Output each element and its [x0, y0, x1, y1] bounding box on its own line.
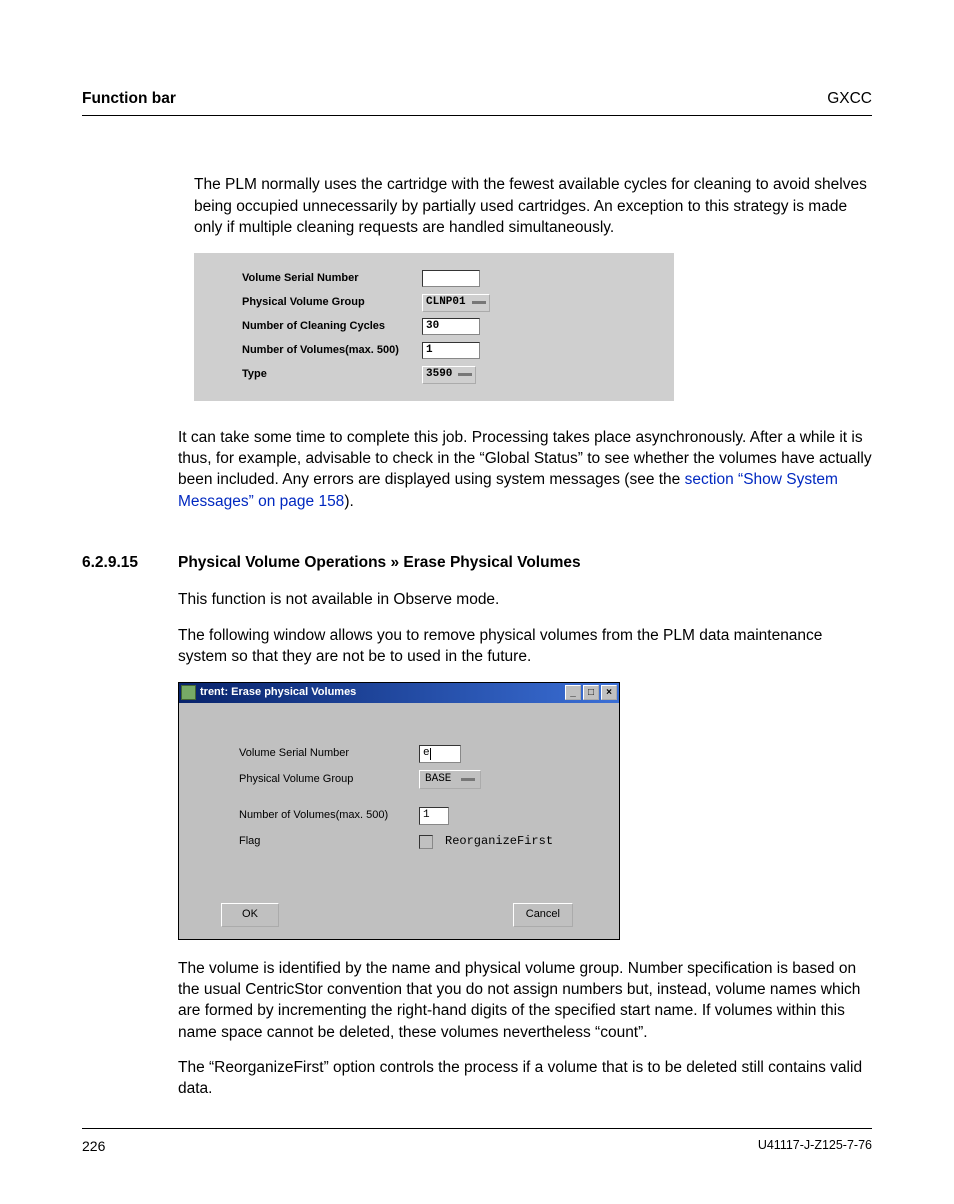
label-pvg2: Physical Volume Group	[239, 772, 419, 787]
chevron-down-icon	[461, 778, 475, 781]
row-vsn: Volume Serial Number	[242, 267, 664, 291]
section-heading: 6.2.9.15 Physical Volume Operations » Er…	[82, 552, 872, 573]
dropdown-pvg-value: CLNP01	[426, 295, 466, 310]
section-number: 6.2.9.15	[82, 552, 178, 573]
row-flag: Flag ReorganizeFirst	[239, 829, 601, 855]
running-header: Function bar GXCC	[82, 88, 872, 116]
dropdown-type[interactable]: 3590	[422, 366, 476, 384]
label-pvg: Physical Volume Group	[242, 295, 422, 310]
section-title: Physical Volume Operations » Erase Physi…	[178, 552, 581, 573]
identified-paragraph: The volume is identified by the name and…	[178, 958, 872, 1044]
label-nvol: Number of Volumes(max. 500)	[242, 343, 422, 358]
dropdown-pvg[interactable]: CLNP01	[422, 294, 490, 312]
input-nvol2[interactable]: 1	[419, 807, 449, 825]
input-ncc[interactable]: 30	[422, 318, 480, 335]
chevron-down-icon	[458, 373, 472, 376]
reorg-paragraph: The “ReorganizeFirst” option controls th…	[178, 1057, 872, 1100]
label-nvol2: Number of Volumes(max. 500)	[239, 808, 419, 823]
async-paragraph: It can take some time to complete this j…	[178, 427, 872, 513]
label-ncc: Number of Cleaning Cycles	[242, 319, 422, 334]
row-type: Type 3590	[242, 363, 664, 387]
row-nvol2: Number of Volumes(max. 500) 1	[239, 803, 601, 829]
ok-button[interactable]: OK	[221, 903, 279, 927]
doc-id: U41117-J-Z125-7-76	[758, 1137, 872, 1156]
row-vsn2: Volume Serial Number e	[239, 741, 601, 767]
dropdown-pvg2[interactable]: BASE	[419, 770, 481, 789]
header-left: Function bar	[82, 88, 176, 109]
screenshot-erase-window: trent: Erase physical Volumes _ □ × Volu…	[178, 682, 620, 940]
label-vsn2: Volume Serial Number	[239, 746, 419, 761]
input-vsn[interactable]	[422, 270, 480, 287]
label-flag: Flag	[239, 834, 419, 849]
dropdown-pvg2-value: BASE	[425, 772, 451, 787]
dropdown-type-value: 3590	[426, 367, 452, 382]
chevron-down-icon	[472, 301, 486, 304]
screenshot-cleaning-form: Volume Serial Number Physical Volume Gro…	[194, 253, 674, 401]
intro-paragraph: The PLM normally uses the cartridge with…	[194, 174, 872, 238]
header-right: GXCC	[827, 88, 872, 109]
row-nvol: Number of Volumes(max. 500) 1	[242, 339, 664, 363]
label-vsn: Volume Serial Number	[242, 271, 422, 286]
following-paragraph: The following window allows you to remov…	[178, 625, 872, 668]
input-vsn2[interactable]: e	[419, 745, 461, 763]
cancel-button[interactable]: Cancel	[513, 903, 573, 927]
row-pvg2: Physical Volume Group BASE	[239, 767, 601, 793]
titlebar[interactable]: trent: Erase physical Volumes _ □ ×	[179, 683, 619, 703]
maximize-button[interactable]: □	[583, 685, 599, 700]
row-ncc: Number of Cleaning Cycles 30	[242, 315, 664, 339]
app-icon	[181, 685, 196, 700]
page-number: 226	[82, 1137, 105, 1156]
close-button[interactable]: ×	[601, 685, 617, 700]
checkbox-label-reorganize: ReorganizeFirst	[445, 833, 553, 850]
row-pvg: Physical Volume Group CLNP01	[242, 291, 664, 315]
checkbox-reorganize-first[interactable]	[419, 835, 433, 849]
input-nvol[interactable]: 1	[422, 342, 480, 359]
label-type: Type	[242, 367, 422, 382]
window-title: trent: Erase physical Volumes	[200, 685, 356, 700]
minimize-button[interactable]: _	[565, 685, 581, 700]
footer: 226 U41117-J-Z125-7-76	[82, 1128, 872, 1156]
observe-paragraph: This function is not available in Observ…	[178, 589, 872, 610]
